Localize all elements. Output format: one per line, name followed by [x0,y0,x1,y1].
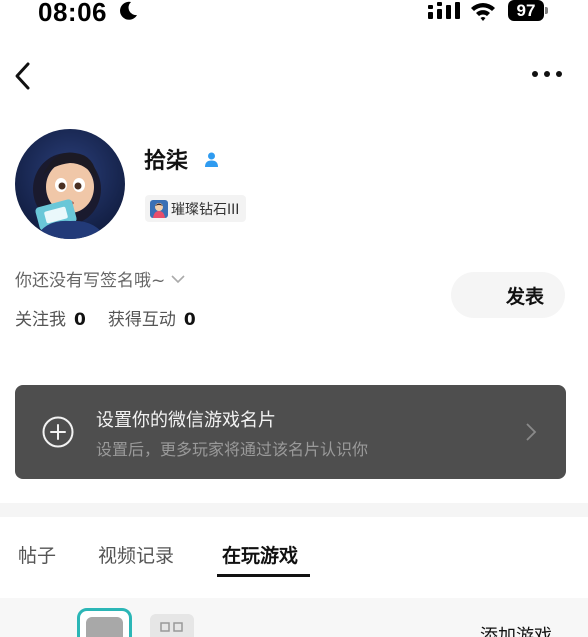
status-bar: 08:06 97 [0,0,588,30]
game-card-setup[interactable]: 设置你的微信游戏名片 设置后，更多玩家将通过该名片认识你 [15,385,566,479]
plus-circle-icon [42,416,74,448]
back-chevron-icon[interactable] [10,58,40,94]
profile-stats: 关注我 0 获得互动 0 [15,305,196,330]
card-subtitle: 设置后，更多玩家将通过该名片认识你 [96,440,369,459]
stat-followers-value: 0 [74,310,86,330]
moon-icon [120,1,137,20]
stat-followers-label: 关注我 [15,310,66,330]
avatar[interactable] [15,129,125,239]
cellular-signal-icon [428,2,460,19]
add-game-button[interactable]: 添加游戏 [480,622,552,637]
stat-interactions-label: 获得互动 [107,310,176,330]
chevron-right-icon [526,423,537,441]
rank-label: 璀璨钻石III [171,201,240,218]
verified-user-icon [205,152,218,167]
battery-tip [545,7,548,14]
tab-bar: 帖子 视频记录 在玩游戏 [0,517,588,587]
rank-badge[interactable]: 璀璨钻石III [145,195,247,222]
tab-videos[interactable]: 视频记录 [98,541,174,568]
card-title: 设置你的微信游戏名片 [96,410,276,431]
post-button[interactable]: 发表 [451,272,565,318]
stat-interactions-value: 0 [183,310,196,330]
chevron-down-icon [171,274,185,283]
section-divider [0,503,588,517]
battery-icon: 97 [508,0,548,22]
game-icon[interactable] [77,608,132,637]
tab-playing-games[interactable]: 在玩游戏 [222,541,298,568]
wifi-icon [471,3,495,21]
tab-active-indicator [217,574,310,577]
status-time: 08:06 [38,0,107,27]
more-dots-icon[interactable] [528,62,566,86]
grid-view-icon[interactable] [150,614,194,637]
battery-level: 97 [508,0,544,21]
rank-hero-icon [150,199,168,218]
tab-posts[interactable]: 帖子 [18,541,56,568]
signature-text: 你还没有写签名哦~ [15,271,166,291]
username: 拾柒 [144,149,189,174]
game-icon-image [86,617,123,637]
signature-editor[interactable]: 你还没有写签名哦~ [15,266,185,291]
